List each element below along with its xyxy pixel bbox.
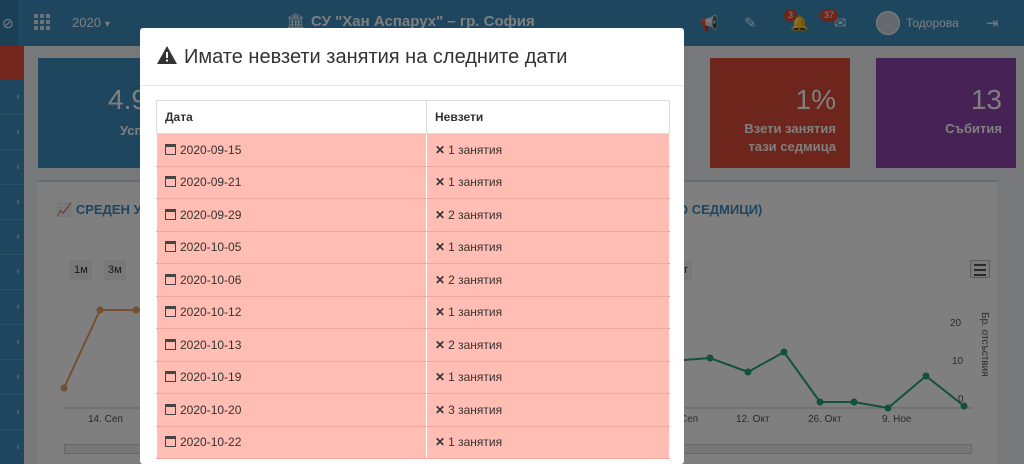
missed-cell: ✕ 1 занятия xyxy=(426,133,670,167)
calendar-icon xyxy=(165,273,176,285)
close-icon: ✕ xyxy=(435,175,446,190)
close-icon: ✕ xyxy=(435,240,446,255)
calendar-icon xyxy=(165,306,176,318)
date-cell: 2020-10-05 xyxy=(156,230,427,264)
missed-cell: ✕ 2 занятия xyxy=(426,263,670,297)
date-cell: 2020-10-20 xyxy=(156,393,427,427)
date-cell: 2020-10-22 xyxy=(156,425,427,459)
calendar-icon xyxy=(165,176,176,188)
missed-cell: ✕ 3 занятия xyxy=(426,393,670,427)
calendar-icon xyxy=(165,208,176,220)
missed-cell: ✕ 1 занятия xyxy=(426,295,670,329)
warning-icon xyxy=(157,46,177,64)
calendar-icon xyxy=(165,338,176,350)
calendar-icon xyxy=(165,371,176,383)
calendar-icon xyxy=(165,403,176,415)
date-cell: 2020-09-21 xyxy=(156,165,427,199)
missed-cell: ✕ 1 занятия xyxy=(426,230,670,264)
table-row: 2020-10-06 ✕ 2 занятия xyxy=(156,263,670,297)
table-row: 2020-09-15 ✕ 1 занятия xyxy=(156,133,670,167)
close-icon: ✕ xyxy=(435,142,446,157)
missed-cell: ✕ 1 занятия xyxy=(426,360,670,394)
close-icon: ✕ xyxy=(435,305,446,320)
missed-cell: ✕ 1 занятия xyxy=(426,165,670,199)
calendar-icon xyxy=(165,143,176,155)
calendar-icon xyxy=(165,241,176,253)
table-row: 2020-10-22 ✕ 1 занятия xyxy=(156,425,670,459)
column-header-missed: Невзети xyxy=(426,100,670,134)
date-cell: 2020-10-12 xyxy=(156,295,427,329)
table-row: 2020-10-13 ✕ 2 занятия xyxy=(156,328,670,362)
missed-cell: ✕ 2 занятия xyxy=(426,198,670,232)
close-icon: ✕ xyxy=(435,207,446,222)
close-icon: ✕ xyxy=(435,272,446,287)
missed-lessons-modal: Имате невзети занятия на следните дати Д… xyxy=(140,28,684,464)
table-row: 2020-09-21 ✕ 1 занятия xyxy=(156,165,670,199)
table-row: 2020-10-05 ✕ 1 занятия xyxy=(156,230,670,264)
close-icon: ✕ xyxy=(435,402,446,417)
close-icon: ✕ xyxy=(435,337,446,352)
modal-title: Имате невзети занятия на следните дати xyxy=(156,46,567,68)
missed-cell: ✕ 1 занятия xyxy=(426,425,670,459)
close-icon: ✕ xyxy=(435,435,446,450)
table-row: 2020-10-12 ✕ 1 занятия xyxy=(156,295,670,329)
modal-header: Имате невзети занятия на следните дати xyxy=(140,28,684,86)
calendar-icon xyxy=(165,436,176,448)
date-cell: 2020-09-29 xyxy=(156,198,427,232)
close-icon: ✕ xyxy=(435,370,446,385)
date-cell: 2020-10-19 xyxy=(156,360,427,394)
table-header-row: Дата Невзети xyxy=(156,100,670,134)
date-cell: 2020-09-15 xyxy=(156,133,427,167)
modal-title-text: Имате невзети занятия на следните дати xyxy=(184,46,568,68)
column-header-date: Дата xyxy=(156,100,427,134)
missed-lessons-table: Дата Невзети 2020-09-15 ✕ 1 занятия 2020-… xyxy=(156,100,670,459)
date-cell: 2020-10-13 xyxy=(156,328,427,362)
table-row: 2020-10-19 ✕ 1 занятия xyxy=(156,360,670,394)
table-row: 2020-10-20 ✕ 3 занятия xyxy=(156,393,670,427)
missed-cell: ✕ 2 занятия xyxy=(426,328,670,362)
date-cell: 2020-10-06 xyxy=(156,263,427,297)
table-row: 2020-09-29 ✕ 2 занятия xyxy=(156,198,670,232)
